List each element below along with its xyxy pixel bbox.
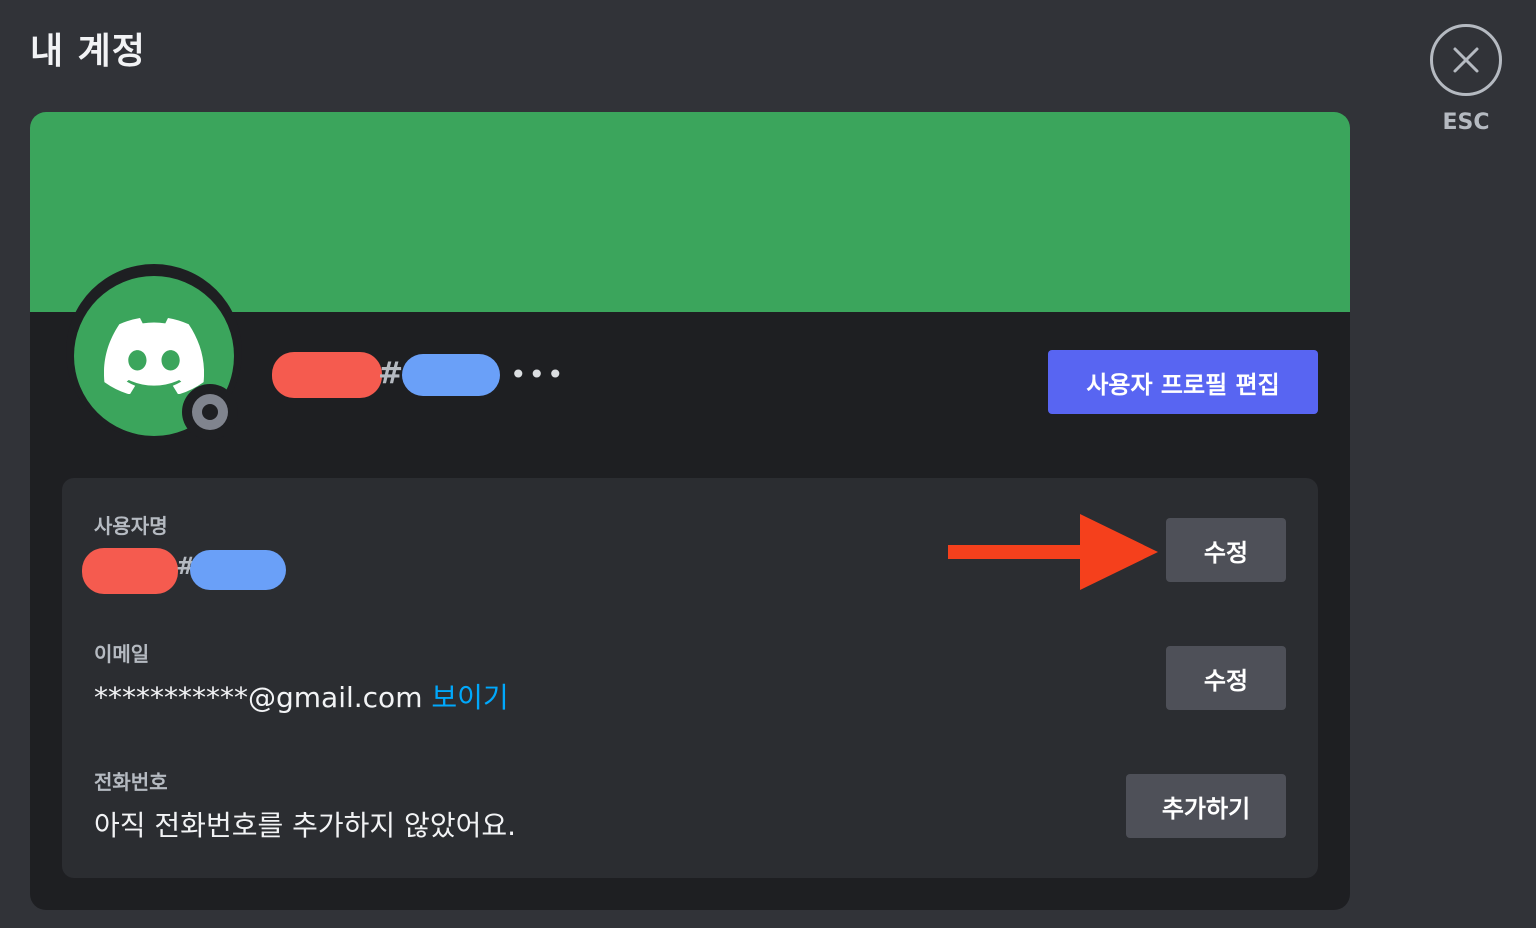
- username-redaction: [272, 352, 382, 398]
- close-button[interactable]: ESC: [1430, 24, 1502, 135]
- phone-value: 아직 전화번호를 추가하지 않았어요.: [94, 809, 517, 842]
- phone-label: 전화번호: [94, 770, 168, 794]
- email-label: 이메일: [94, 642, 150, 666]
- offline-status-icon: [192, 394, 228, 430]
- discriminator-value-redaction: [190, 550, 286, 590]
- reveal-email-link[interactable]: 보이기: [431, 681, 508, 714]
- email-value-row: ***********@gmail.com 보이기: [94, 676, 509, 716]
- edit-email-button[interactable]: 수정: [1166, 646, 1286, 710]
- more-options-icon[interactable]: •••: [510, 358, 566, 391]
- edit-user-profile-button[interactable]: 사용자 프로필 편집: [1048, 350, 1318, 414]
- edit-username-button[interactable]: 수정: [1166, 518, 1286, 582]
- annotation-arrow-icon: [948, 514, 1158, 590]
- username-label: 사용자명: [94, 514, 168, 538]
- account-card: # ••• 사용자 프로필 편집 사용자명 # 수정 이메일 *********…: [30, 112, 1350, 910]
- username-separator: #: [378, 356, 404, 391]
- discriminator-redaction: [402, 354, 500, 396]
- esc-label: ESC: [1442, 110, 1490, 135]
- status-indicator: [182, 384, 238, 440]
- profile-banner: [30, 112, 1350, 312]
- email-value: ***********@gmail.com: [94, 681, 423, 714]
- username-value-redaction: [82, 548, 178, 594]
- discord-logo-icon: [104, 318, 204, 394]
- page-title: 내 계정: [30, 31, 146, 72]
- close-icon[interactable]: [1430, 24, 1502, 96]
- add-phone-button[interactable]: 추가하기: [1126, 774, 1286, 838]
